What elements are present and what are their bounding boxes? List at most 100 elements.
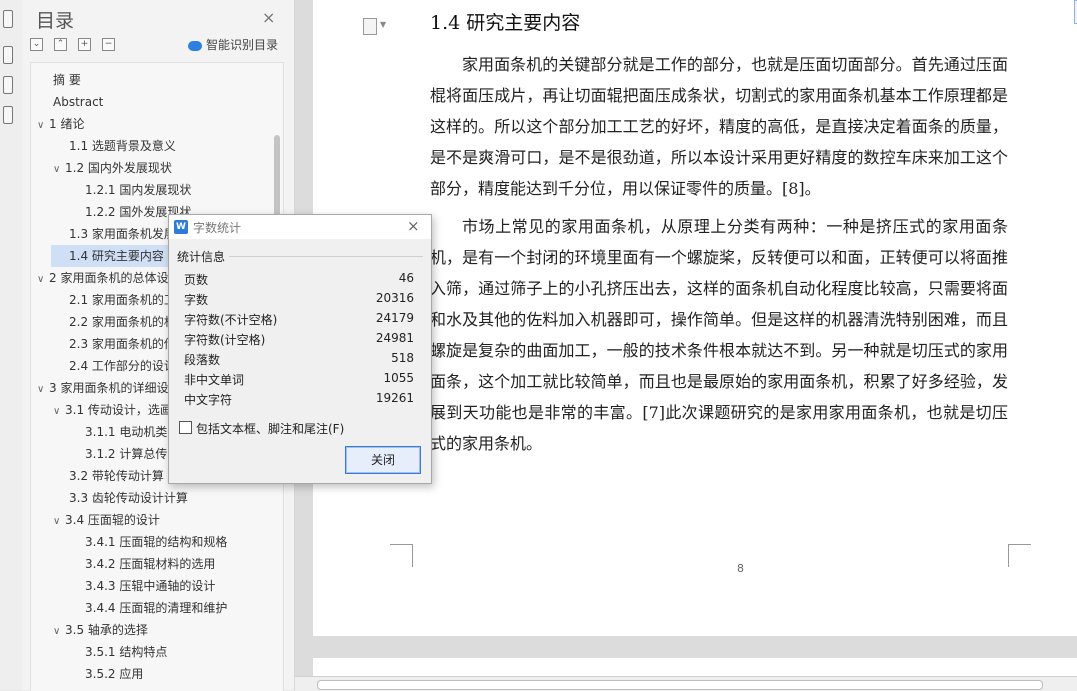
toc-item-2-4[interactable]: 2.4 工作部分的设计 <box>69 355 176 377</box>
toc-item-ch2[interactable]: ∨ 2 家用面条机的总体设 <box>37 267 168 289</box>
toc-item-label: 2.2 家用面条机的机 <box>69 315 176 329</box>
stat-label: 字数 <box>184 293 209 307</box>
toc-item-1-1[interactable]: 1.1 选题背景及意义 <box>69 135 176 157</box>
toc-item-ch3[interactable]: ∨ 3 家用面条机的详细设 <box>37 377 168 399</box>
dialog-titlebar[interactable]: W 字数统计 × <box>169 215 431 239</box>
toc-item-label: 2.4 工作部分的设计 <box>69 359 176 373</box>
dialog-close-icon[interactable]: × <box>407 217 420 235</box>
toc-item-3-4-4[interactable]: 3.4.4 压面辊的清理和维护 <box>85 597 227 619</box>
stat-label: 页数 <box>184 273 209 287</box>
chevron-down-icon[interactable]: ∨ <box>53 401 65 423</box>
toc-item-2-2[interactable]: 2.2 家用面条机的机 <box>69 311 176 333</box>
document-icon[interactable] <box>363 18 377 35</box>
toc-item-3-1-1[interactable]: 3.1.1 电动机类 <box>85 421 167 443</box>
toc-item-3-5[interactable]: ∨ 3.5 轴承的选择 <box>53 619 148 641</box>
margin-corner-right <box>1008 544 1031 567</box>
stat-value: 1055 <box>383 371 414 385</box>
toc-item-abstract-cn[interactable]: 摘 要 <box>53 69 81 91</box>
strip-button-3[interactable] <box>3 76 13 94</box>
toc-item-label: 1.3 家用面条机发展 <box>69 227 176 241</box>
toc-item-abstract-en[interactable]: Abstract <box>53 91 103 113</box>
toc-item-3-4-2[interactable]: 3.4.2 压面辊材料的选用 <box>85 553 215 575</box>
add-heading-icon[interactable]: + <box>78 38 91 51</box>
toc-item-label: 3.5.2 应用 <box>85 667 144 681</box>
toc-item-label: 1 绪论 <box>49 117 85 131</box>
chevron-down-icon[interactable]: ∨ <box>37 379 49 401</box>
toc-item-3-3[interactable]: 3.3 齿轮传动设计计算 <box>69 487 188 509</box>
stat-label: 字符数(不计空格) <box>184 313 278 327</box>
smart-toc-icon <box>188 40 202 51</box>
wps-logo-icon: W <box>174 220 188 234</box>
toc-item-3-1[interactable]: ∨ 3.1 传动设计，选画 <box>53 399 172 421</box>
stat-value: 20316 <box>375 291 414 305</box>
stat-label: 段落数 <box>184 353 221 367</box>
dialog-title: 字数统计 <box>193 221 242 235</box>
stat-label: 字符数(计空格) <box>184 333 266 347</box>
chevron-down-icon[interactable]: ∨ <box>53 621 65 643</box>
toc-item-2-1[interactable]: 2.1 家用面条机的工 <box>69 289 176 311</box>
stat-row-chars-with-space: 字符数(计空格) 24981 <box>184 329 414 349</box>
toc-item-3-5-1[interactable]: 3.5.1 结构特点 <box>85 641 167 663</box>
toc-item-3-4-3[interactable]: 3.4.3 压辊中通轴的设计 <box>85 575 215 597</box>
include-textbox-checkbox[interactable] <box>179 421 192 434</box>
stat-value: 24179 <box>375 311 414 325</box>
stat-value: 46 <box>398 271 414 285</box>
toc-item-label: 3.1.2 计算总传 <box>85 447 168 461</box>
close-button[interactable]: 关闭 <box>345 446 421 474</box>
horizontal-scroll-thumb[interactable] <box>317 680 1043 690</box>
toc-item-3-5-2[interactable]: 3.5.2 应用 <box>85 663 143 685</box>
stat-row-paragraphs: 段落数 518 <box>184 349 414 369</box>
strip-button-2[interactable] <box>3 46 13 64</box>
strip-toggle-button[interactable] <box>3 10 13 28</box>
paragraph-2: 市场上常见的家用面条机，从原理上分类有两种：一种是挤压式的家用面条机，是有一个封… <box>430 217 1008 453</box>
section-heading: 1.4 研究主要内容 <box>430 12 581 34</box>
expand-icon[interactable]: ⌃ <box>54 38 67 51</box>
remove-heading-icon[interactable]: − <box>102 38 115 51</box>
toc-item-label: 3.4.1 压面辊的结构和规格 <box>85 535 228 549</box>
toc-item-label: 3.2 带轮传动计算 <box>69 469 164 483</box>
collapse-all-icon[interactable]: ⌄ <box>30 38 43 51</box>
toc-item-label: 3.4.3 压辊中通轴的设计 <box>85 579 216 593</box>
toc-title: 目录 <box>36 10 75 32</box>
toc-item-label: 3.1 传动设计，选画 <box>65 403 172 417</box>
toc-item-1-3[interactable]: 1.3 家用面条机发展 <box>69 223 176 245</box>
toc-item-label: 1.2.1 国内发展现状 <box>85 183 192 197</box>
word-count-dialog: W 字数统计 × 统计信息 页数 46 字数 20316 字符数(不计空格) 2417… <box>168 214 432 484</box>
toc-item-label: 3.5.1 结构特点 <box>85 645 168 659</box>
smart-toc-button[interactable]: 智能识别目录 <box>188 36 278 53</box>
stat-value: 518 <box>391 351 414 365</box>
caret-down-icon[interactable]: ▼ <box>380 20 386 29</box>
toc-item-label: 摘 要 <box>53 73 81 87</box>
chevron-down-icon[interactable]: ∨ <box>37 269 49 291</box>
horizontal-scrollbar[interactable] <box>295 676 1077 691</box>
paragraph-1: 家用面条机的关键部分就是工作的部分，也就是压面切面部分。首先通过压面棍将面压成片… <box>430 55 1008 198</box>
toc-item-label: 3.5 轴承的选择 <box>65 623 148 637</box>
stat-row-words: 字数 20316 <box>184 289 414 309</box>
smart-toc-label: 智能识别目录 <box>206 38 279 52</box>
stat-row-pages: 页数 46 <box>184 269 414 289</box>
toc-item-1-2[interactable]: ∨ 1.2 国内外发展现状 <box>53 157 172 179</box>
toc-item-label: 2 家用面条机的总体设 <box>49 271 169 285</box>
chevron-down-icon[interactable]: ∨ <box>53 159 65 181</box>
include-textbox-label[interactable]: 包括文本框、脚注和尾注(F) <box>196 420 344 437</box>
strip-button-4[interactable] <box>3 106 13 124</box>
toc-item-3-1-2[interactable]: 3.1.2 计算总传 <box>85 443 167 465</box>
toc-item-label: 1.4 研究主要内容 <box>69 249 164 263</box>
toc-item-ch1[interactable]: ∨ 1 绪论 <box>37 113 84 135</box>
toc-item-3-2[interactable]: 3.2 带轮传动计算 <box>69 465 164 487</box>
stats-group-label: 统计信息 <box>177 250 226 264</box>
toc-item-label: Abstract <box>53 95 104 109</box>
stat-row-non-chinese-words: 非中文单词 1055 <box>184 369 414 389</box>
toc-item-label: 1.2 国内外发展现状 <box>65 161 172 175</box>
toc-item-label: 2.3 家用面条机的传 <box>69 337 176 351</box>
chevron-down-icon[interactable]: ∨ <box>37 115 49 137</box>
toc-item-3-4-1[interactable]: 3.4.1 压面辊的结构和规格 <box>85 531 227 553</box>
chevron-down-icon[interactable]: ∨ <box>53 511 65 533</box>
toc-item-label: 3 家用面条机的详细设 <box>49 381 169 395</box>
toc-item-3-4[interactable]: ∨ 3.4 压面辊的设计 <box>53 509 160 531</box>
stat-label: 非中文单词 <box>184 373 245 387</box>
toc-item-1-2-1[interactable]: 1.2.1 国内发展现状 <box>85 179 191 201</box>
toc-close-icon[interactable]: × <box>262 8 275 27</box>
toc-item-2-3[interactable]: 2.3 家用面条机的传 <box>69 333 176 355</box>
group-divider <box>229 256 423 257</box>
